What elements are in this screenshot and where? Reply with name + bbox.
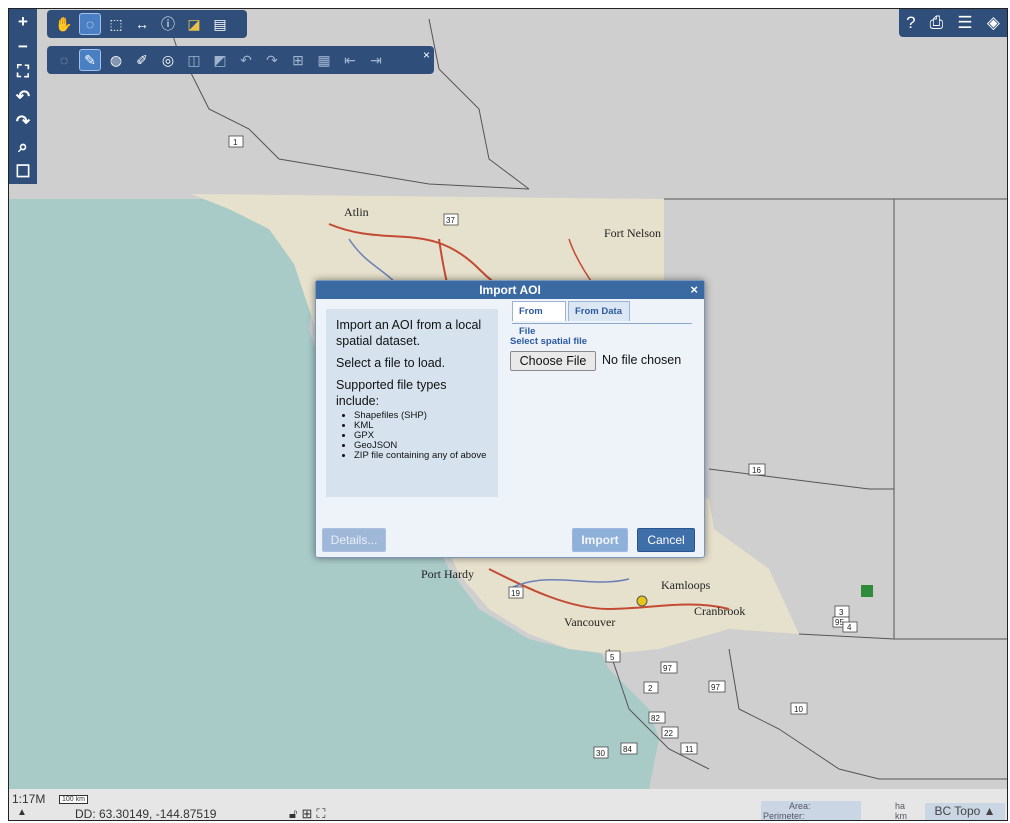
svg-text:3: 3: [839, 608, 844, 617]
svg-text:22: 22: [664, 729, 673, 738]
identify-icon[interactable]: ⓘ: [157, 13, 179, 35]
place-label: Port Hardy: [421, 567, 474, 581]
status-bar: 1:17M 100 km ▲ DD: 63.30149, -144.87519 …: [9, 789, 1007, 820]
pan-icon[interactable]: ✋: [53, 13, 75, 35]
svg-text:37: 37: [446, 216, 455, 225]
close-icon[interactable]: ×: [690, 281, 698, 299]
svg-text:97: 97: [663, 664, 672, 673]
dialog-titlebar[interactable]: Import AOI ×: [316, 281, 704, 299]
select-box-icon[interactable]: ⬚: [105, 13, 127, 35]
svg-text:2: 2: [648, 684, 653, 693]
details-button[interactable]: Details...: [322, 528, 386, 552]
expand-status-icon[interactable]: ▲: [17, 807, 27, 818]
fullscreen-icon[interactable]: ⛶: [316, 806, 329, 820]
scale-bar: 100 km: [59, 795, 88, 804]
import-icon[interactable]: ⇤: [339, 49, 361, 71]
previous-extent-icon[interactable]: ↶: [11, 84, 35, 109]
draw-aoi-icon[interactable]: ◌: [79, 13, 101, 35]
list-item: Shapefiles (SHP): [354, 411, 488, 421]
svg-text:16: 16: [752, 466, 761, 475]
list-item: ZIP file containing any of above: [354, 451, 488, 461]
place-label: Atlin: [344, 205, 369, 219]
file-types-list: Shapefiles (SHP) KML GPX GeoJSON ZIP fil…: [336, 411, 488, 461]
status-tools: 🔓︎⊞⛶: [289, 806, 329, 820]
place-label: Vancouver: [564, 615, 615, 629]
zoom-in-icon[interactable]: +: [11, 9, 35, 34]
legend-icon[interactable]: ☰: [957, 13, 972, 33]
location-marker-icon: [636, 595, 648, 607]
svg-text:19: 19: [511, 589, 520, 598]
add-vertex-icon[interactable]: ◫: [183, 49, 205, 71]
help-icon[interactable]: ?: [906, 13, 915, 33]
svg-text:82: 82: [651, 714, 660, 723]
info-text: Select a file to load.: [336, 356, 446, 370]
dialog-tabs: From File From Data: [512, 301, 692, 337]
clear-icon[interactable]: ◪: [183, 13, 205, 35]
svg-text:4: 4: [847, 623, 852, 632]
top-toolbar: ✋ ◌ ⬚ ↔ ⓘ ◪ ▤: [47, 10, 247, 38]
cancel-button[interactable]: Cancel: [637, 528, 695, 552]
list-item: KML: [354, 421, 488, 431]
buffer-icon[interactable]: ◎: [157, 49, 179, 71]
svg-text:11: 11: [685, 745, 694, 754]
place-label: Cranbrook: [694, 604, 745, 618]
tab-from-data[interactable]: From Data: [568, 301, 630, 321]
layers-icon[interactable]: ◈: [987, 13, 1000, 33]
park-marker-icon: [861, 585, 873, 597]
search-icon[interactable]: ⌕: [11, 134, 35, 159]
place-label: Kamloops: [661, 578, 711, 592]
place-label: Fort Nelson: [604, 226, 661, 240]
next-extent-icon[interactable]: ↷: [11, 109, 35, 134]
draw-freehand-icon[interactable]: ✐: [131, 49, 153, 71]
left-toolbar: + − ⛶ ↶ ↷ ⌕ ☐: [9, 9, 37, 184]
svg-text:97: 97: [711, 683, 720, 692]
draw-circle-icon[interactable]: ◍: [105, 49, 127, 71]
attribute-table-icon[interactable]: ▦: [313, 49, 335, 71]
info-text: Supported file types include:: [336, 378, 447, 408]
zoom-out-icon[interactable]: −: [11, 34, 35, 59]
area-unit: ha: [895, 801, 906, 811]
merge-icon[interactable]: ⊞: [287, 49, 309, 71]
choose-file-button[interactable]: Choose File: [510, 351, 596, 371]
import-button[interactable]: Import: [572, 528, 628, 552]
svg-text:5: 5: [610, 653, 615, 662]
print-icon[interactable]: ⎙: [930, 13, 944, 33]
edit-toolbar: ◌ ✎ ◍ ✐ ◎ ◫ ◩ ↶ ↷ ⊞ ▦ ⇤ ⇥ ×: [47, 46, 434, 74]
bookmark-icon[interactable]: ☐: [11, 159, 35, 184]
info-panel: Import an AOI from a local spatial datas…: [326, 309, 498, 497]
dialog-title: Import AOI: [479, 283, 541, 297]
save-icon[interactable]: ▤: [209, 13, 231, 35]
info-text: Import an AOI from a local spatial datas…: [336, 318, 482, 348]
delete-shape-icon[interactable]: ◩: [209, 49, 231, 71]
svg-text:10: 10: [794, 705, 803, 714]
svg-text:1: 1: [233, 138, 238, 147]
zoom-extent-icon[interactable]: ⛶: [11, 59, 35, 84]
basemap-selector[interactable]: BC Topo ▲: [925, 803, 1005, 820]
measure-icon[interactable]: ↔: [131, 13, 153, 35]
coordinate-readout: DD: 63.30149, -144.87519: [75, 807, 217, 821]
file-status: No file chosen: [602, 353, 682, 367]
import-aoi-dialog: Import AOI × Import an AOI from a local …: [315, 280, 705, 558]
tab-from-file[interactable]: From File: [512, 301, 566, 337]
redo-icon[interactable]: ↷: [261, 49, 283, 71]
lock-icon[interactable]: 🔓︎: [289, 806, 301, 820]
measurement-panel: Area: Perimeter:: [761, 801, 861, 820]
right-toolbar: ? ⎙ ☰ ◈: [899, 9, 1007, 37]
export-icon[interactable]: ⇥: [365, 49, 387, 71]
undo-icon[interactable]: ↶: [235, 49, 257, 71]
svg-text:84: 84: [623, 745, 632, 754]
close-icon[interactable]: ×: [423, 48, 430, 62]
svg-text:30: 30: [596, 749, 605, 758]
app-window: Atlin Fort Nelson Port Hardy Kamloops Cr…: [8, 8, 1008, 821]
perimeter-unit: km: [895, 811, 907, 821]
map-scale: 1:17M: [12, 792, 46, 806]
edit-shape-icon[interactable]: ✎: [79, 49, 101, 71]
grid-icon[interactable]: ⊞: [301, 806, 316, 820]
area-label: Area:: [789, 801, 811, 811]
perimeter-label: Perimeter:: [763, 811, 805, 821]
draw-polygon-icon[interactable]: ◌: [53, 49, 75, 71]
select-file-label: Select spatial file: [510, 336, 588, 347]
